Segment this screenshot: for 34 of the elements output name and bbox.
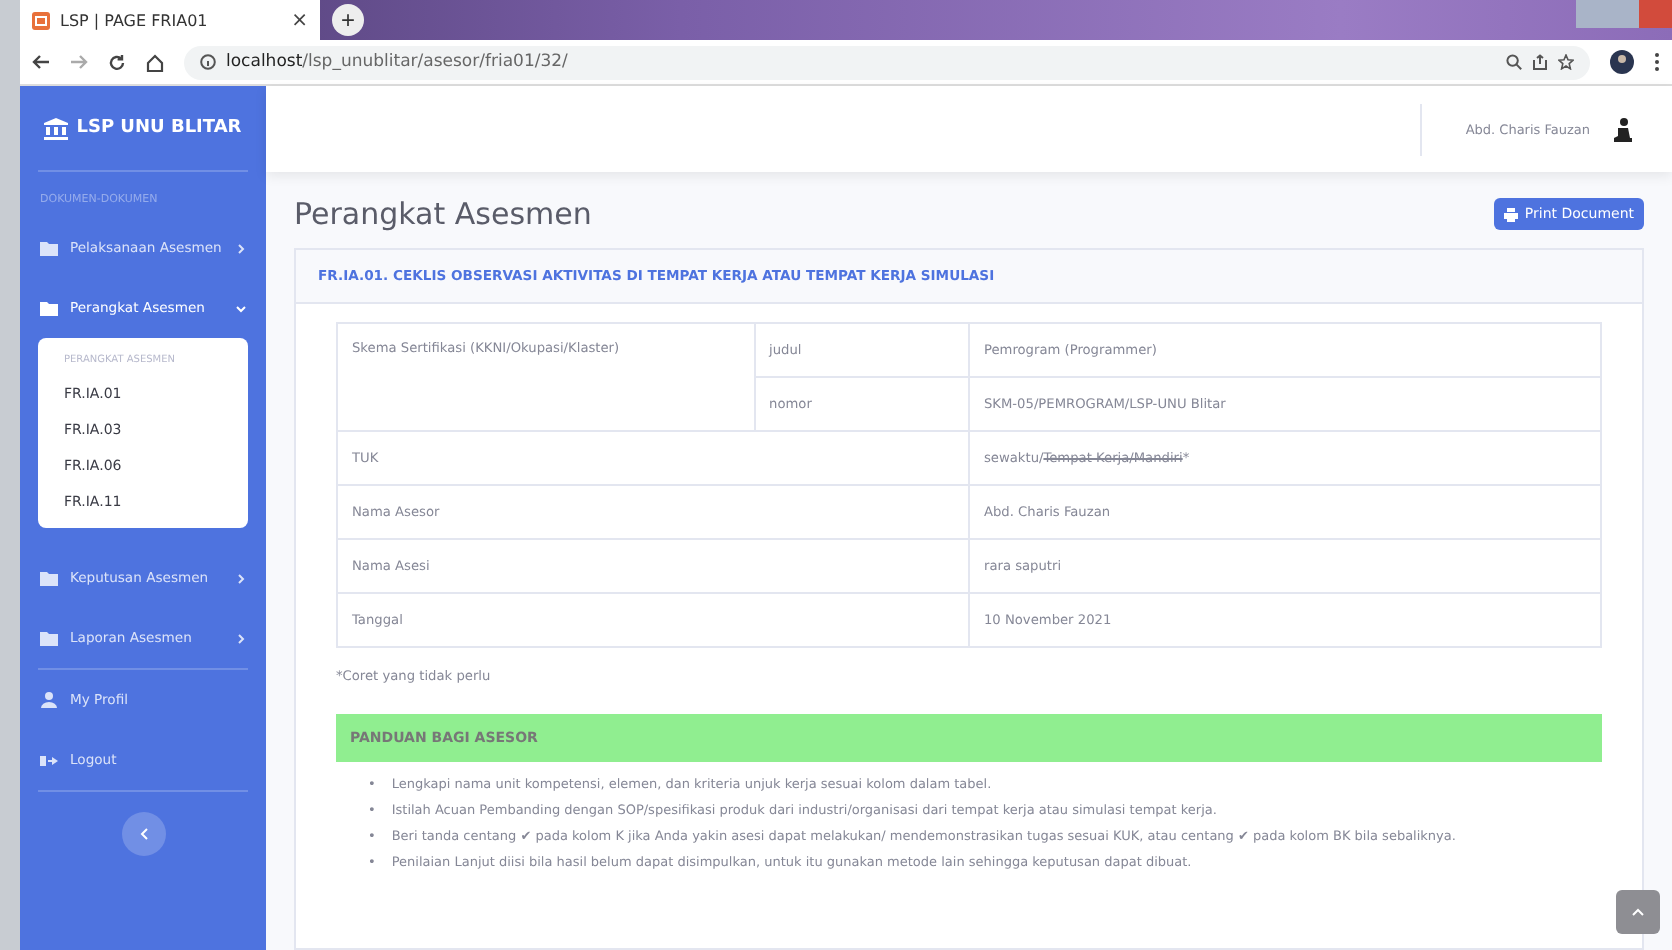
chevron-icon — [236, 633, 246, 643]
home-icon[interactable] — [146, 53, 164, 71]
zoom-icon[interactable] — [1506, 54, 1522, 70]
profile-avatar-icon[interactable] — [1610, 50, 1634, 74]
tab-title: LSP | PAGE FRIA01 — [60, 11, 210, 29]
person-icon[interactable] — [1614, 117, 1632, 141]
site-icon — [32, 11, 50, 29]
browser-tab[interactable]: LSP | PAGE FRIA01 × — [20, 0, 320, 40]
info-icon — [200, 54, 216, 70]
close-tab-button[interactable]: × — [291, 9, 308, 31]
folder-icon — [40, 301, 58, 315]
scroll-top-button[interactable] — [1616, 890, 1660, 934]
url-field[interactable]: localhost/lsp_unublitar/asesor/fria01/32/ — [184, 45, 1590, 79]
printer-icon — [1504, 207, 1519, 221]
chevron-up-icon — [1632, 908, 1644, 916]
star-icon[interactable] — [1558, 54, 1574, 70]
more-icon[interactable] — [1654, 52, 1660, 72]
folder-icon — [40, 571, 58, 585]
new-tab-button[interactable]: + — [332, 4, 364, 36]
chevron-icon — [236, 573, 246, 583]
chevron-icon — [236, 303, 246, 313]
page-title: Perangkat Asesmen — [294, 196, 592, 232]
building-icon — [44, 117, 69, 139]
sign-out-icon — [40, 753, 58, 767]
back-icon[interactable] — [32, 54, 50, 70]
chevron-left-icon — [139, 828, 147, 840]
sidebar-toggle-button[interactable] — [121, 812, 165, 856]
chevron-icon — [236, 243, 246, 253]
reload-icon[interactable] — [108, 53, 126, 71]
folder-icon — [40, 241, 58, 255]
user-icon — [40, 692, 58, 708]
share-icon[interactable] — [1532, 54, 1548, 70]
brand-logo[interactable]: LSP UNU BLITAR — [38, 86, 248, 172]
folder-icon — [40, 631, 58, 645]
